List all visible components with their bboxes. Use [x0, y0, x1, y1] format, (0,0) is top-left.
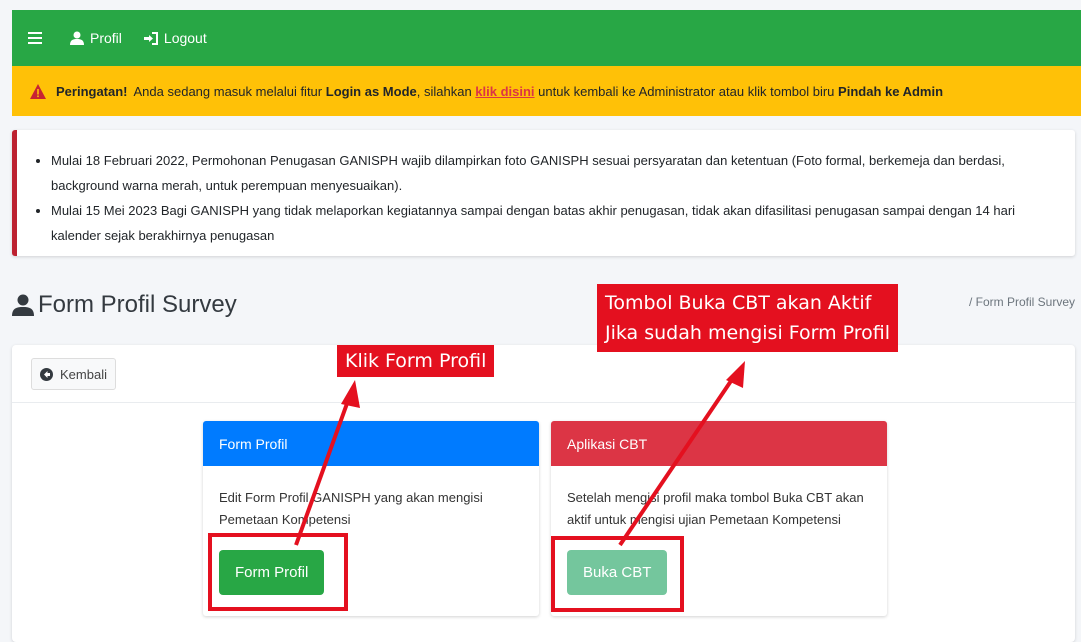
arrowhead-form-profil [341, 380, 360, 408]
annotation-cbt-line-1: Tombol Buka CBT akan Aktif [605, 292, 872, 314]
arrow-to-form-profil-label [294, 397, 351, 546]
annotation-cbt-line-2: Jika sudah mengisi Form Profil [605, 322, 891, 344]
arrow-to-cbt-label [618, 376, 735, 547]
annotation-klik-form-profil: Klik Form Profil [337, 345, 495, 377]
annotation-arrows [294, 361, 745, 547]
annotation-cbt-note: Tombol Buka CBT akan Aktif Jika sudah me… [597, 284, 899, 352]
